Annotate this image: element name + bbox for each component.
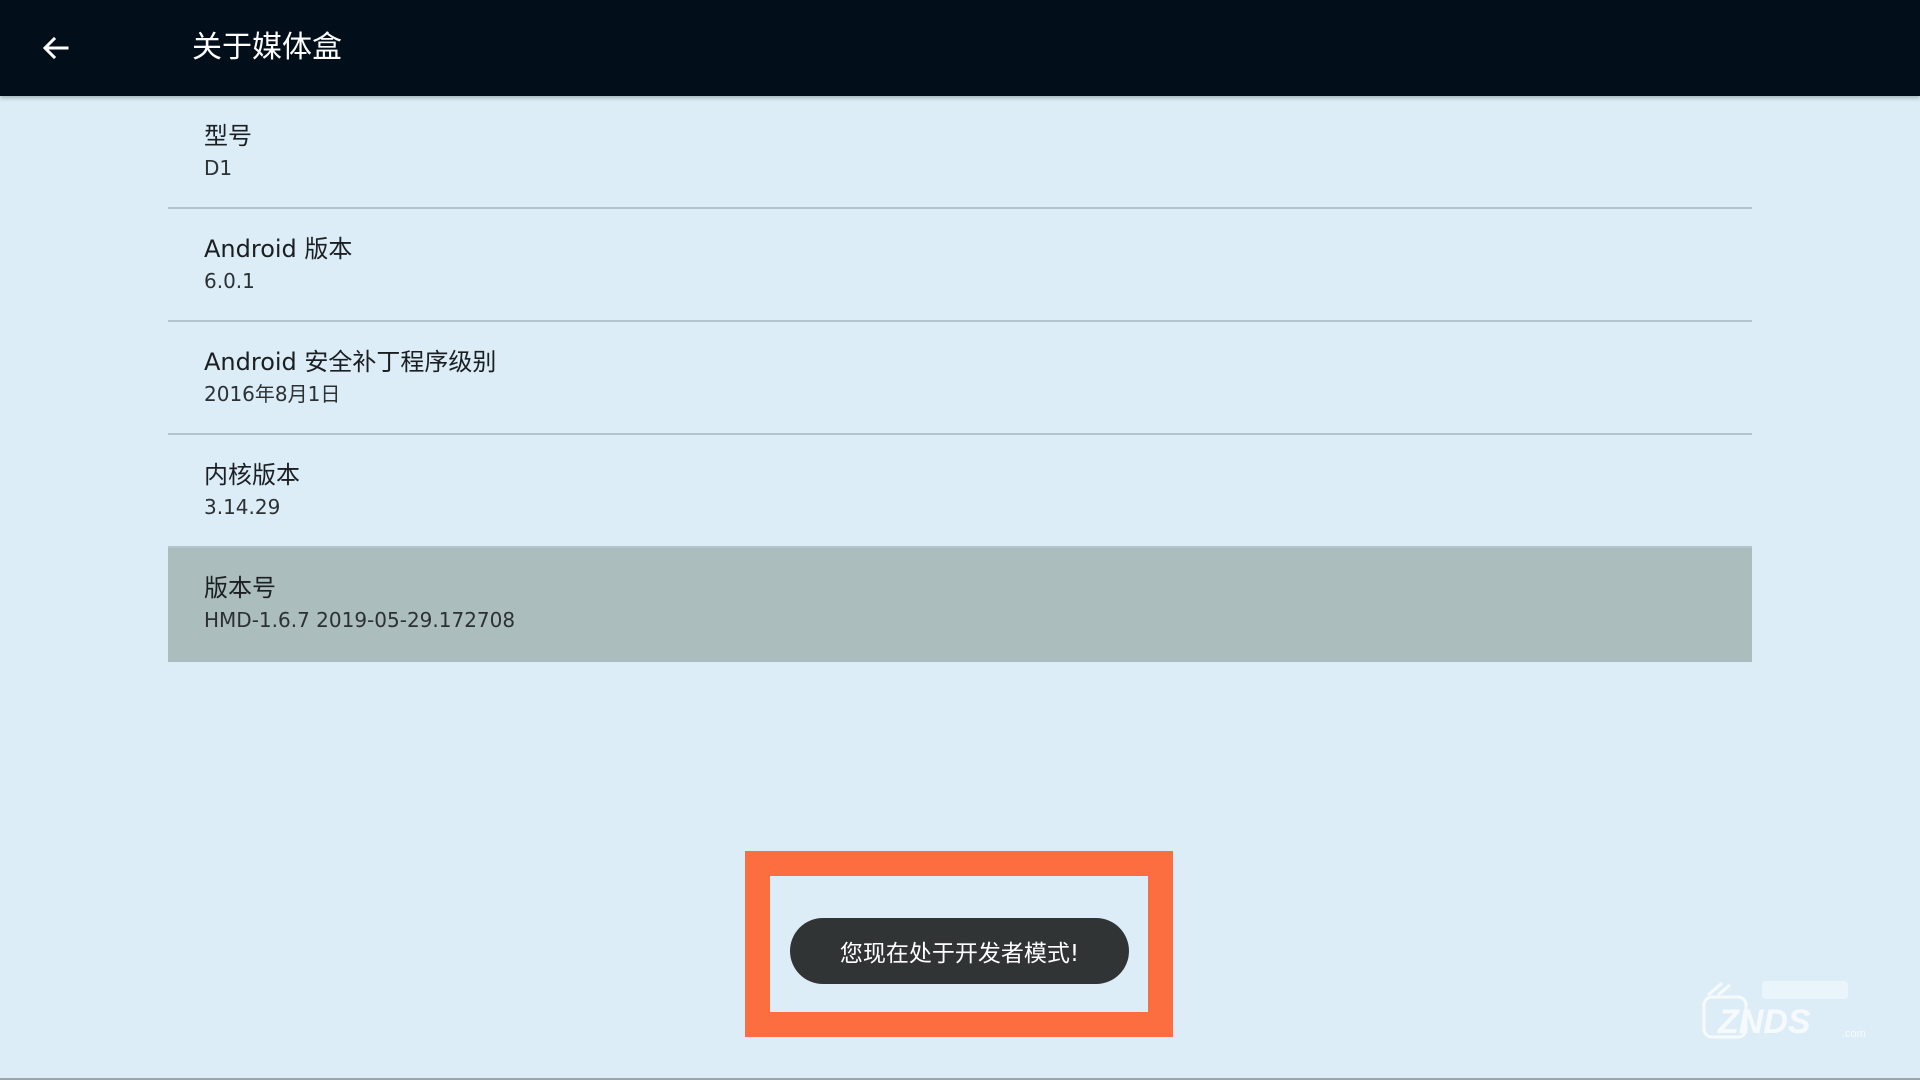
list-item-android-version[interactable]: Android 版本 6.0.1 (168, 209, 1752, 322)
item-title: 版本号 (204, 574, 276, 602)
item-title: Android 版本 (204, 235, 353, 263)
list-item-model[interactable]: 型号 D1 (168, 96, 1752, 209)
item-title: Android 安全补丁程序级别 (204, 348, 497, 376)
item-value: 2016年8月1日 (204, 382, 341, 406)
list-item-build-number[interactable]: 版本号 HMD-1.6.7 2019-05-29.172708 (168, 548, 1752, 662)
svg-text:.com: .com (1842, 1028, 1866, 1040)
svg-text:ZNDS: ZNDS (1717, 1003, 1811, 1041)
page-title: 关于媒体盒 (192, 30, 342, 65)
top-bar: 关于媒体盒 (0, 0, 1920, 96)
arrow-left-icon (42, 36, 69, 60)
about-info-list: 型号 D1 Android 版本 6.0.1 Android 安全补丁程序级别 … (168, 96, 1752, 662)
item-title: 内核版本 (204, 461, 300, 489)
developer-mode-toast: 您现在处于开发者模式! (790, 918, 1129, 984)
list-item-security-patch[interactable]: Android 安全补丁程序级别 2016年8月1日 (168, 322, 1752, 435)
item-value: 3.14.29 (204, 495, 281, 519)
item-title: 型号 (204, 122, 252, 150)
item-value: 6.0.1 (204, 269, 255, 293)
item-value: HMD-1.6.7 2019-05-29.172708 (204, 608, 516, 632)
list-item-kernel-version[interactable]: 内核版本 3.14.29 (168, 435, 1752, 548)
back-button[interactable] (30, 22, 82, 74)
item-value: D1 (204, 156, 233, 180)
watermark-logo: ZNDS .com (1702, 981, 1866, 1041)
